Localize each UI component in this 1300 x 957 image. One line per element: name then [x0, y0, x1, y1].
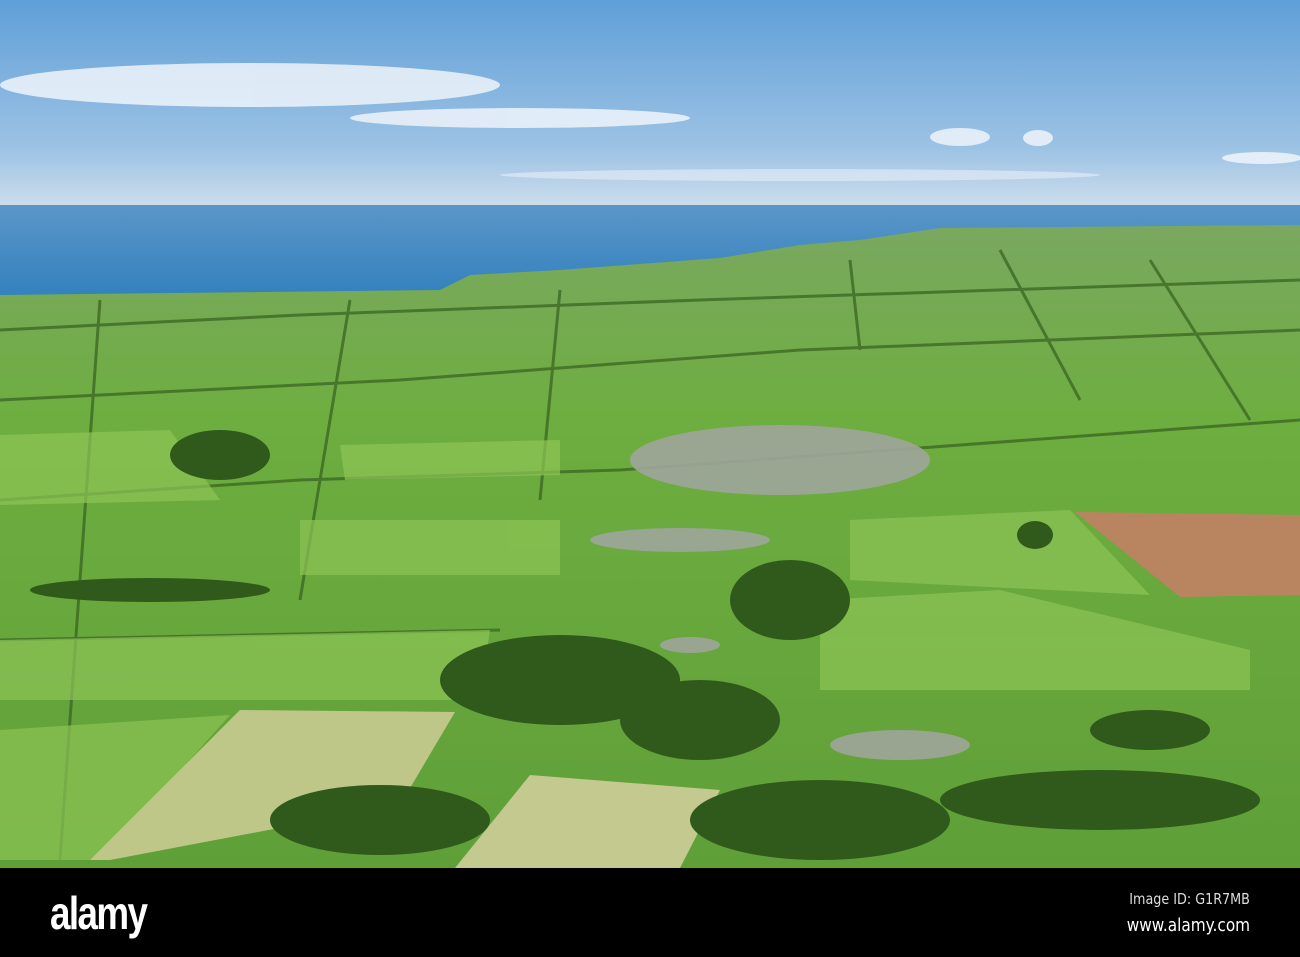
watermark-bar: alamy Image ID: G1R7MB www.alamy.com: [0, 868, 1300, 957]
aerial-landscape-photo: [0, 0, 1300, 868]
website-link[interactable]: www.alamy.com: [1127, 915, 1250, 936]
image-id-label: Image ID: G1R7MB: [1129, 890, 1250, 908]
alamy-logo: alamy: [50, 887, 148, 939]
